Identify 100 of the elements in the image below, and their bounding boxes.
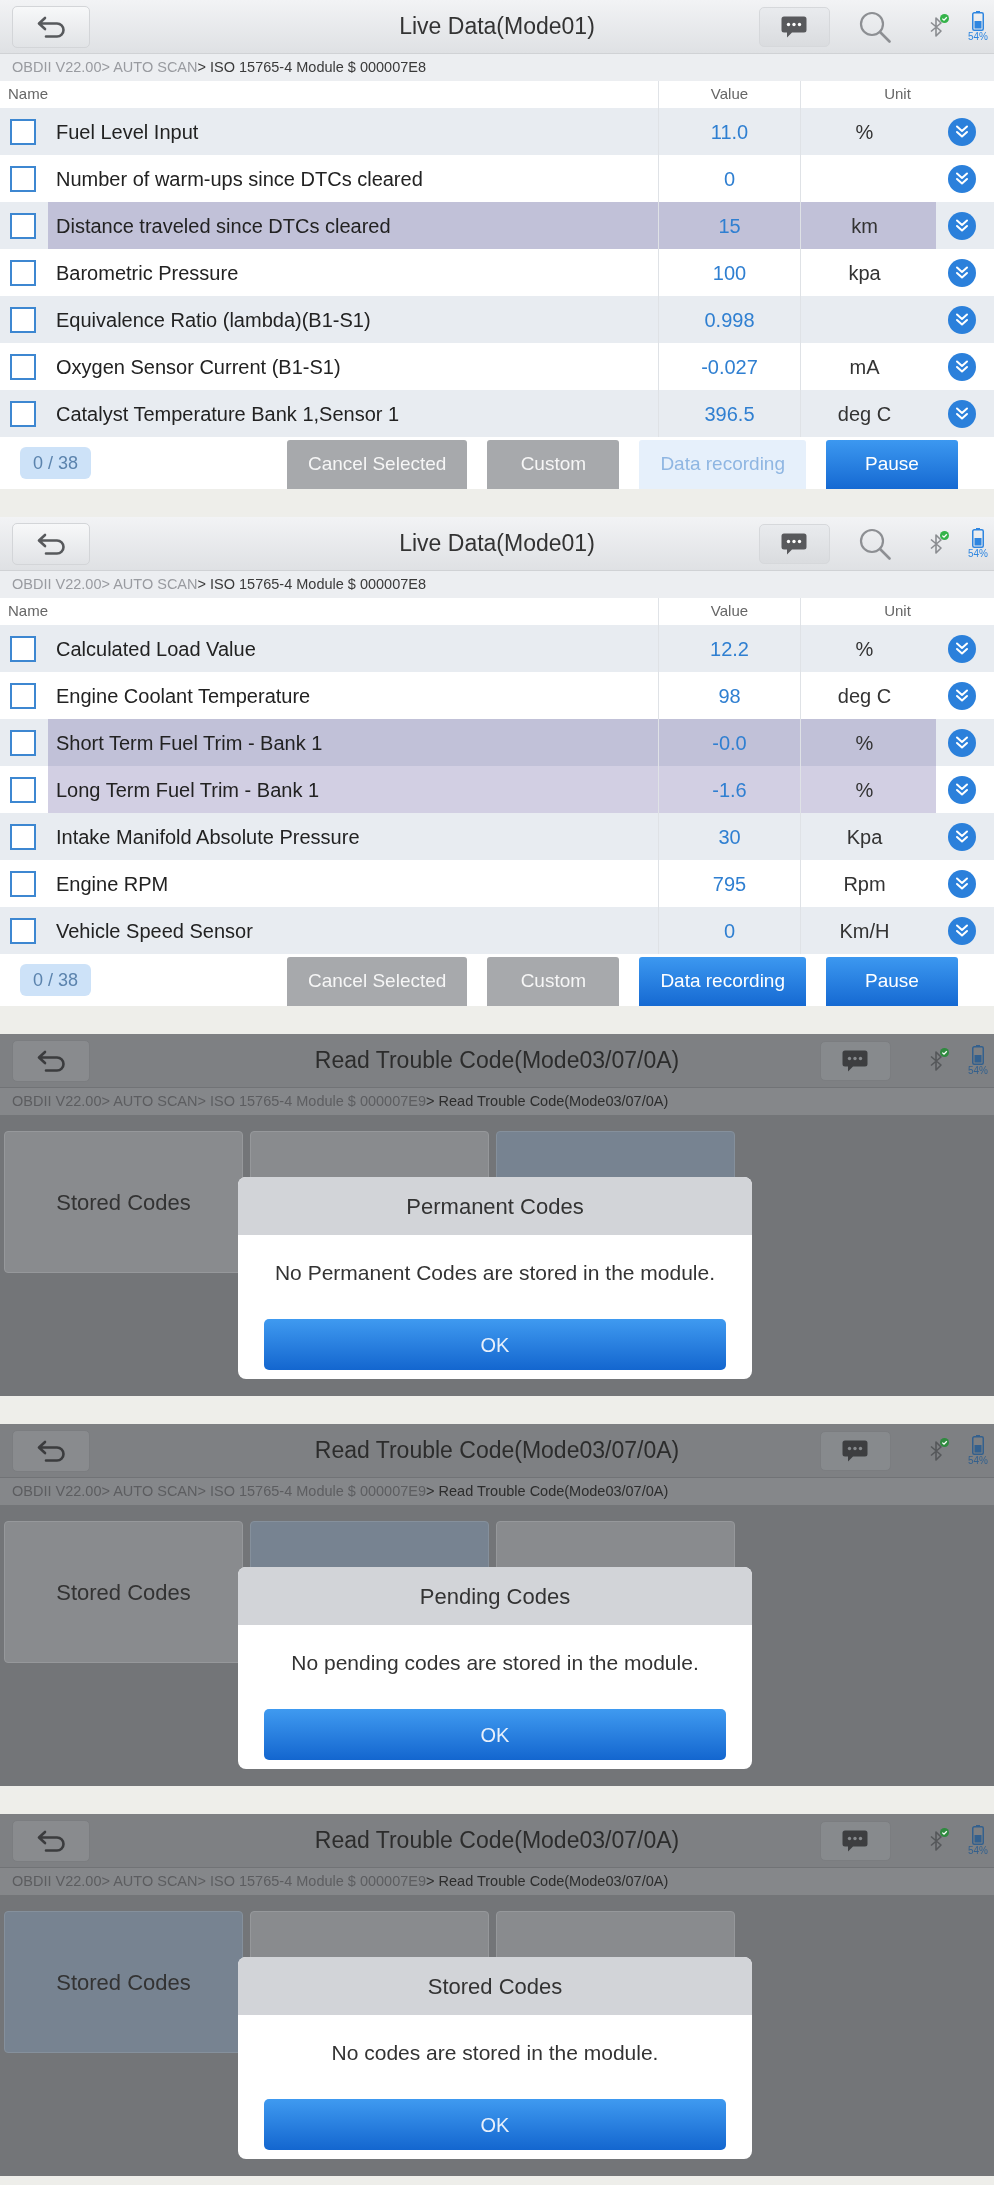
checkbox[interactable]	[10, 306, 36, 333]
expand-icon[interactable]	[948, 399, 976, 428]
checkbox[interactable]	[10, 776, 36, 803]
table-row[interactable]: Vehicle Speed Sensor 0 Km/H	[0, 907, 994, 954]
code-category-tile[interactable]: Stored Codes	[4, 1521, 243, 1663]
parameter-value: 795	[712, 871, 747, 897]
expand-icon[interactable]	[948, 916, 976, 945]
search-icon[interactable]	[859, 10, 891, 43]
expand-icon[interactable]	[948, 352, 976, 381]
ok-button[interactable]: OK	[264, 1319, 726, 1370]
action-button[interactable]: Data recording	[639, 957, 806, 1006]
action-button[interactable]: Pause	[826, 957, 958, 1006]
expand-icon[interactable]	[948, 117, 976, 146]
parameter-unit: deg C	[837, 683, 892, 709]
parameter-value: 15	[718, 213, 741, 239]
checkbox[interactable]	[10, 259, 36, 286]
table-row[interactable]: Barometric Pressure 100 kpa	[0, 249, 994, 296]
selection-counter: 0 / 38	[20, 447, 92, 479]
parameter-unit: %	[855, 636, 874, 662]
code-category-tile[interactable]: Stored Codes	[4, 1911, 243, 2053]
back-button[interactable]	[12, 1819, 90, 1862]
action-button[interactable]: Pause	[826, 440, 958, 489]
dialog-title: Stored Codes	[427, 1972, 563, 2001]
column-header: Name	[8, 84, 48, 105]
expand-icon[interactable]	[948, 211, 976, 240]
battery-icon	[972, 1435, 984, 1455]
checkbox[interactable]	[10, 353, 36, 380]
breadcrumb-path[interactable]: OBDII V22.00> AUTO SCAN> ISO 15765-4 Module $ 000007E8	[12, 573, 427, 596]
checkbox[interactable]	[10, 870, 36, 897]
back-button[interactable]	[12, 1429, 90, 1472]
table-row[interactable]: Short Term Fuel Trim - Bank 1 -0.0 %	[0, 719, 994, 766]
breadcrumb-path[interactable]: OBDII V22.00> AUTO SCAN> ISO 15765-4 Module $ 000007E8	[12, 56, 427, 79]
back-arrow-icon	[36, 532, 66, 555]
parameter-value: -0.027	[701, 354, 758, 380]
table-row[interactable]: Engine Coolant Temperature 98 deg C	[0, 672, 994, 719]
code-category-tile[interactable]: Stored Codes	[4, 1131, 243, 1273]
parameter-unit: Kpa	[846, 824, 883, 850]
expand-icon[interactable]	[948, 258, 976, 287]
ok-button[interactable]: OK	[264, 1709, 726, 1760]
parameter-unit: km	[851, 213, 878, 239]
expand-icon[interactable]	[948, 869, 976, 898]
expand-icon[interactable]	[948, 305, 976, 334]
checkbox[interactable]	[10, 823, 36, 850]
table-row[interactable]: Oxygen Sensor Current (B1-S1) -0.027 mA	[0, 343, 994, 390]
selection-counter: 0 / 38	[20, 964, 92, 996]
parameter-value: 0	[723, 166, 736, 192]
action-button[interactable]: Cancel Selected	[287, 440, 468, 489]
table-row[interactable]: Intake Manifold Absolute Pressure 30 Kpa	[0, 813, 994, 860]
column-header: Unit	[884, 601, 911, 622]
ok-button[interactable]: OK	[264, 2099, 726, 2150]
checkbox[interactable]	[10, 400, 36, 427]
search-icon[interactable]	[859, 527, 891, 560]
table-row[interactable]: Catalyst Temperature Bank 1,Sensor 1 396.5 deg C	[0, 390, 994, 437]
action-button[interactable]: Custom	[487, 440, 620, 489]
expand-icon[interactable]	[948, 822, 976, 851]
expand-icon[interactable]	[948, 681, 976, 710]
column-header: Unit	[884, 84, 911, 105]
checkbox[interactable]	[10, 729, 36, 756]
parameter-name: Equivalence Ratio (lambda)(B1-S1)	[56, 307, 371, 333]
battery-percentage: 54%	[968, 1845, 988, 1856]
checkbox[interactable]	[10, 118, 36, 145]
action-button[interactable]: Cancel Selected	[287, 957, 468, 1006]
back-button[interactable]	[12, 1039, 90, 1082]
column-header: Name	[8, 601, 48, 622]
checkbox[interactable]	[10, 165, 36, 192]
dialog-message: No pending codes are stored in the module.	[291, 1650, 699, 1677]
parameter-unit: %	[855, 730, 874, 756]
table-row[interactable]: Long Term Fuel Trim - Bank 1 -1.6 %	[0, 766, 994, 813]
message-button[interactable]	[820, 1430, 891, 1471]
table-row[interactable]: Equivalence Ratio (lambda)(B1-S1) 0.998	[0, 296, 994, 343]
table-row[interactable]: Calculated Load Value 12.2 %	[0, 625, 994, 672]
message-button[interactable]	[820, 1040, 891, 1081]
table-row[interactable]: Number of warm-ups since DTCs cleared 0	[0, 155, 994, 202]
bluetooth-icon	[929, 1047, 949, 1074]
screen-title: Live Data(Mode01)	[399, 12, 595, 42]
dialog-message: No codes are stored in the module.	[331, 2040, 659, 2067]
parameter-name: Barometric Pressure	[56, 260, 239, 286]
battery-icon	[972, 1045, 984, 1065]
checkbox[interactable]	[10, 635, 36, 662]
dialog-title: Pending Codes	[419, 1582, 571, 1611]
expand-icon[interactable]	[948, 775, 976, 804]
battery-icon	[972, 11, 984, 31]
table-row[interactable]: Fuel Level Input 11.0 %	[0, 108, 994, 155]
checkbox[interactable]	[10, 917, 36, 944]
checkbox[interactable]	[10, 682, 36, 709]
expand-icon[interactable]	[948, 164, 976, 193]
parameter-value: 11.0	[710, 119, 749, 145]
parameter-name: Engine Coolant Temperature	[56, 683, 311, 709]
screen-title: Live Data(Mode01)	[399, 529, 595, 559]
table-row[interactable]: Engine RPM 795 Rpm	[0, 860, 994, 907]
parameter-name: Short Term Fuel Trim - Bank 1	[56, 730, 323, 756]
table-row[interactable]: Distance traveled since DTCs cleared 15 km	[0, 202, 994, 249]
action-button[interactable]: Custom	[487, 957, 620, 1006]
expand-icon[interactable]	[948, 728, 976, 757]
message-button[interactable]	[820, 1820, 891, 1861]
expand-icon[interactable]	[948, 634, 976, 663]
dialog-title: Permanent Codes	[406, 1192, 584, 1221]
checkbox[interactable]	[10, 212, 36, 239]
parameter-unit: %	[855, 119, 874, 145]
screen-title: Read Trouble Code(Mode03/07/0A)	[314, 1826, 680, 1856]
